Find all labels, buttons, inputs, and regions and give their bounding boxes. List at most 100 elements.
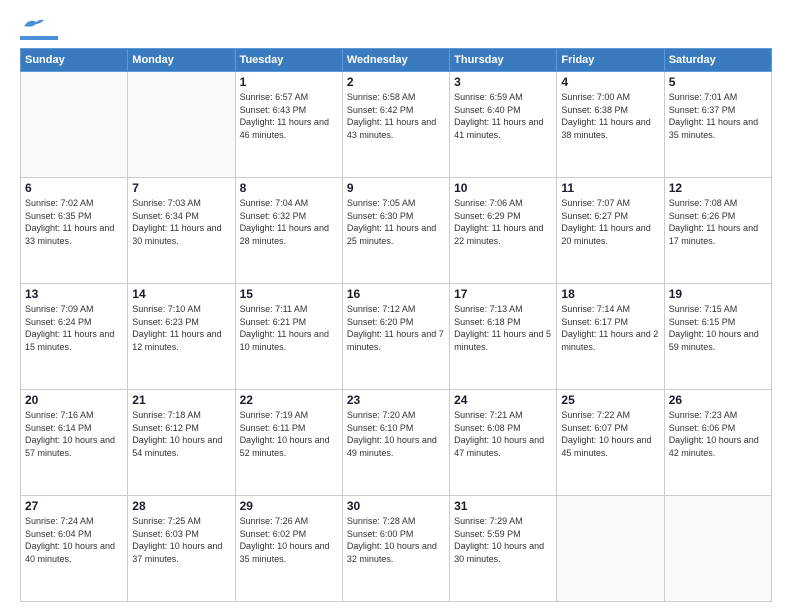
day-number: 6	[25, 181, 123, 195]
day-number: 17	[454, 287, 552, 301]
week-row-3: 13 Sunrise: 7:09 AM Sunset: 6:24 PM Dayli…	[21, 284, 772, 390]
weekday-tuesday: Tuesday	[235, 49, 342, 72]
day-number: 15	[240, 287, 338, 301]
day-info: Sunrise: 7:22 AM Sunset: 6:07 PM Dayligh…	[561, 409, 659, 459]
day-info: Sunrise: 7:05 AM Sunset: 6:30 PM Dayligh…	[347, 197, 445, 247]
day-cell: 20Sunrise: 7:16 AM Sunset: 6:14 PM Dayli…	[21, 390, 128, 496]
day-number: 24	[454, 393, 552, 407]
logo	[20, 16, 58, 40]
day-cell: 30 Sunrise: 7:28 AM Sunset: 6:00 PM Dayli…	[342, 496, 449, 602]
day-cell: 4 Sunrise: 7:00 AM Sunset: 6:38 PM Daylig…	[557, 72, 664, 178]
weekday-thursday: Thursday	[450, 49, 557, 72]
day-number: 30	[347, 499, 445, 513]
day-cell: 17 Sunrise: 7:13 AM Sunset: 6:18 PM Dayli…	[450, 284, 557, 390]
day-cell: 3 Sunrise: 6:59 AM Sunset: 6:40 PM Daylig…	[450, 72, 557, 178]
day-cell: 23 Sunrise: 7:20 AM Sunset: 6:10 PM Dayli…	[342, 390, 449, 496]
day-info: Sunrise: 7:04 AM Sunset: 6:32 PM Dayligh…	[240, 197, 338, 247]
day-cell: 29 Sunrise: 7:26 AM Sunset: 6:02 PM Dayli…	[235, 496, 342, 602]
day-number: 9	[347, 181, 445, 195]
day-info: Sunrise: 7:16 AM Sunset: 6:14 PM Dayligh…	[25, 409, 123, 459]
day-info: Sunrise: 7:00 AM Sunset: 6:38 PM Dayligh…	[561, 91, 659, 141]
logo-block	[20, 16, 58, 40]
page: SundayMondayTuesdayWednesdayThursdayFrid…	[0, 0, 792, 612]
weekday-monday: Monday	[128, 49, 235, 72]
weekday-wednesday: Wednesday	[342, 49, 449, 72]
day-number: 13	[25, 287, 123, 301]
day-info: Sunrise: 7:28 AM Sunset: 6:00 PM Dayligh…	[347, 515, 445, 565]
weekday-friday: Friday	[557, 49, 664, 72]
week-row-1: 1Sunrise: 6:57 AM Sunset: 6:43 PM Daylig…	[21, 72, 772, 178]
day-info: Sunrise: 7:07 AM Sunset: 6:27 PM Dayligh…	[561, 197, 659, 247]
day-info: Sunrise: 7:02 AM Sunset: 6:35 PM Dayligh…	[25, 197, 123, 247]
day-number: 7	[132, 181, 230, 195]
day-info: Sunrise: 7:29 AM Sunset: 5:59 PM Dayligh…	[454, 515, 552, 565]
day-info: Sunrise: 7:01 AM Sunset: 6:37 PM Dayligh…	[669, 91, 767, 141]
day-number: 25	[561, 393, 659, 407]
day-cell	[664, 496, 771, 602]
day-number: 8	[240, 181, 338, 195]
week-row-4: 20Sunrise: 7:16 AM Sunset: 6:14 PM Dayli…	[21, 390, 772, 496]
day-number: 14	[132, 287, 230, 301]
day-cell: 10 Sunrise: 7:06 AM Sunset: 6:29 PM Dayli…	[450, 178, 557, 284]
day-info: Sunrise: 7:26 AM Sunset: 6:02 PM Dayligh…	[240, 515, 338, 565]
day-cell: 19Sunrise: 7:15 AM Sunset: 6:15 PM Dayli…	[664, 284, 771, 390]
day-info: Sunrise: 7:24 AM Sunset: 6:04 PM Dayligh…	[25, 515, 123, 565]
day-number: 3	[454, 75, 552, 89]
day-cell: 31 Sunrise: 7:29 AM Sunset: 5:59 PM Dayli…	[450, 496, 557, 602]
day-number: 11	[561, 181, 659, 195]
logo-underline	[20, 36, 58, 40]
day-info: Sunrise: 7:11 AM Sunset: 6:21 PM Dayligh…	[240, 303, 338, 353]
day-cell: 8 Sunrise: 7:04 AM Sunset: 6:32 PM Daylig…	[235, 178, 342, 284]
day-number: 4	[561, 75, 659, 89]
day-info: Sunrise: 7:20 AM Sunset: 6:10 PM Dayligh…	[347, 409, 445, 459]
logo-bird-icon	[22, 18, 44, 34]
week-row-2: 6 Sunrise: 7:02 AM Sunset: 6:35 PM Daylig…	[21, 178, 772, 284]
header	[20, 16, 772, 40]
day-cell: 6 Sunrise: 7:02 AM Sunset: 6:35 PM Daylig…	[21, 178, 128, 284]
day-info: Sunrise: 7:19 AM Sunset: 6:11 PM Dayligh…	[240, 409, 338, 459]
day-number: 28	[132, 499, 230, 513]
day-number: 26	[669, 393, 767, 407]
day-info: Sunrise: 7:12 AM Sunset: 6:20 PM Dayligh…	[347, 303, 445, 353]
calendar-table: SundayMondayTuesdayWednesdayThursdayFrid…	[20, 48, 772, 602]
day-info: Sunrise: 7:09 AM Sunset: 6:24 PM Dayligh…	[25, 303, 123, 353]
weekday-saturday: Saturday	[664, 49, 771, 72]
day-number: 29	[240, 499, 338, 513]
day-cell: 14Sunrise: 7:10 AM Sunset: 6:23 PM Dayli…	[128, 284, 235, 390]
day-info: Sunrise: 7:08 AM Sunset: 6:26 PM Dayligh…	[669, 197, 767, 247]
day-number: 10	[454, 181, 552, 195]
day-info: Sunrise: 7:15 AM Sunset: 6:15 PM Dayligh…	[669, 303, 767, 353]
day-cell: 13 Sunrise: 7:09 AM Sunset: 6:24 PM Dayli…	[21, 284, 128, 390]
day-number: 27	[25, 499, 123, 513]
day-cell: 28 Sunrise: 7:25 AM Sunset: 6:03 PM Dayli…	[128, 496, 235, 602]
day-cell	[557, 496, 664, 602]
day-number: 18	[561, 287, 659, 301]
day-info: Sunrise: 7:23 AM Sunset: 6:06 PM Dayligh…	[669, 409, 767, 459]
day-cell: 21 Sunrise: 7:18 AM Sunset: 6:12 PM Dayli…	[128, 390, 235, 496]
day-cell: 26 Sunrise: 7:23 AM Sunset: 6:06 PM Dayli…	[664, 390, 771, 496]
day-info: Sunrise: 7:13 AM Sunset: 6:18 PM Dayligh…	[454, 303, 552, 353]
day-number: 5	[669, 75, 767, 89]
day-cell	[21, 72, 128, 178]
day-info: Sunrise: 6:58 AM Sunset: 6:42 PM Dayligh…	[347, 91, 445, 141]
day-info: Sunrise: 7:06 AM Sunset: 6:29 PM Dayligh…	[454, 197, 552, 247]
day-cell: 7Sunrise: 7:03 AM Sunset: 6:34 PM Daylig…	[128, 178, 235, 284]
day-cell	[128, 72, 235, 178]
day-number: 21	[132, 393, 230, 407]
day-info: Sunrise: 7:14 AM Sunset: 6:17 PM Dayligh…	[561, 303, 659, 353]
day-info: Sunrise: 7:25 AM Sunset: 6:03 PM Dayligh…	[132, 515, 230, 565]
weekday-sunday: Sunday	[21, 49, 128, 72]
day-number: 22	[240, 393, 338, 407]
day-info: Sunrise: 6:59 AM Sunset: 6:40 PM Dayligh…	[454, 91, 552, 141]
day-info: Sunrise: 7:18 AM Sunset: 6:12 PM Dayligh…	[132, 409, 230, 459]
day-cell: 16Sunrise: 7:12 AM Sunset: 6:20 PM Dayli…	[342, 284, 449, 390]
day-cell: 9 Sunrise: 7:05 AM Sunset: 6:30 PM Daylig…	[342, 178, 449, 284]
day-cell: 1Sunrise: 6:57 AM Sunset: 6:43 PM Daylig…	[235, 72, 342, 178]
day-number: 31	[454, 499, 552, 513]
day-cell: 24 Sunrise: 7:21 AM Sunset: 6:08 PM Dayli…	[450, 390, 557, 496]
day-cell: 5 Sunrise: 7:01 AM Sunset: 6:37 PM Daylig…	[664, 72, 771, 178]
day-info: Sunrise: 7:21 AM Sunset: 6:08 PM Dayligh…	[454, 409, 552, 459]
day-cell: 11 Sunrise: 7:07 AM Sunset: 6:27 PM Dayli…	[557, 178, 664, 284]
day-number: 23	[347, 393, 445, 407]
day-cell: 12Sunrise: 7:08 AM Sunset: 6:26 PM Dayli…	[664, 178, 771, 284]
